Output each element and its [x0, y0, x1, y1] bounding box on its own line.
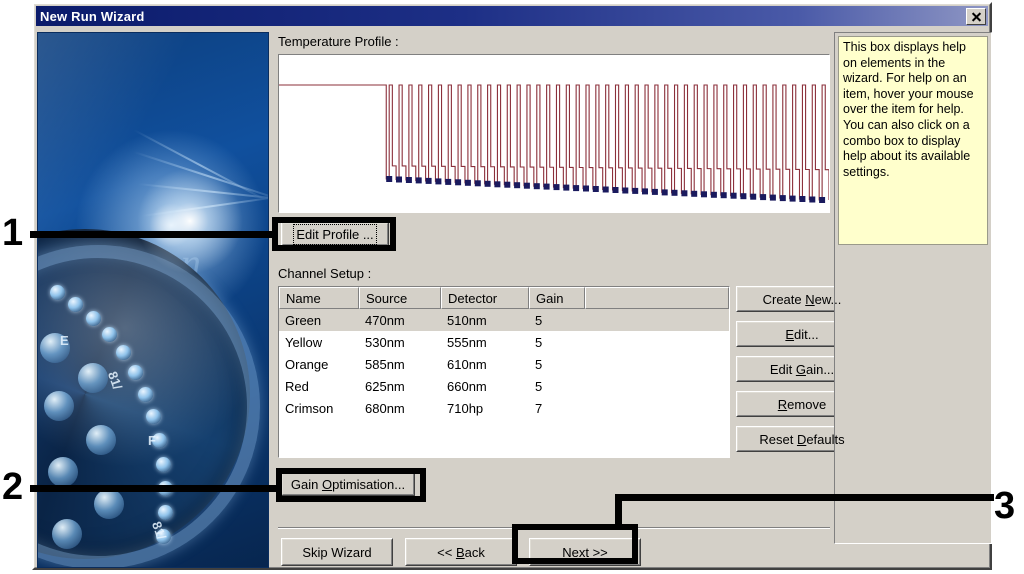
annotation-leader-1: [30, 231, 276, 238]
cell-source: 680nm: [365, 400, 405, 416]
annotation-number-3: 3: [994, 485, 1016, 527]
table-row[interactable]: Red 625nm 660nm 5: [279, 375, 729, 397]
annotation-leader-3-horizontal: [622, 494, 994, 501]
annotation-leader-3-vertical: [615, 494, 622, 528]
cell-detector: 710hp: [447, 400, 484, 416]
cell-source: 470nm: [365, 312, 405, 328]
cell-detector: 510nm: [447, 312, 487, 328]
cell-source: 585nm: [365, 356, 405, 372]
cell-detector: 555nm: [447, 334, 487, 350]
rotor-mark-f: F: [148, 433, 156, 448]
cell-gain: 7: [535, 400, 543, 416]
rotor-well: [52, 519, 82, 549]
annotation-leader-2: [30, 485, 280, 492]
table-row[interactable]: Orange 585nm 610nm 5: [279, 353, 729, 375]
rotor-hole: [156, 457, 171, 472]
reset-defaults-label: Reset Defaults: [759, 431, 845, 447]
cell-gain: 5: [535, 356, 543, 372]
title-bar: New Run Wizard: [36, 6, 988, 26]
rotor-well: [86, 425, 116, 455]
help-panel-text: This box displays help on elements in th…: [838, 36, 988, 245]
column-header-filler[interactable]: [585, 287, 729, 309]
column-header-source[interactable]: Source: [359, 287, 441, 309]
cell-gain: 5: [535, 378, 543, 394]
column-header-detector[interactable]: Detector: [441, 287, 529, 309]
channel-setup-label: Channel Setup :: [278, 266, 372, 281]
temperature-profile-svg: [279, 55, 829, 212]
rotor-hole: [102, 327, 117, 342]
table-row[interactable]: Yellow 530nm 555nm 5: [279, 331, 729, 353]
cell-gain: 5: [535, 312, 543, 328]
rotor-hole: [116, 345, 131, 360]
rotor-well: [48, 457, 78, 487]
cell-name: Red: [285, 378, 309, 394]
rotor-hole: [158, 505, 173, 520]
rotor-mark-e: E: [60, 333, 69, 348]
back-button[interactable]: << Back: [405, 538, 517, 566]
channel-table-header: Name Source Detector Gain: [279, 287, 729, 309]
table-row[interactable]: Crimson 680nm 710hp 7: [279, 397, 729, 419]
rotor-well: [44, 391, 74, 421]
cell-gain: 5: [535, 334, 543, 350]
rotor-hole: [146, 409, 161, 424]
channel-setup-list[interactable]: Name Source Detector Gain Green 470nm 51…: [278, 286, 730, 458]
rotor-hole: [138, 387, 153, 402]
cell-name: Green: [285, 312, 322, 328]
help-panel-frame: This box displays help on elements in th…: [834, 32, 992, 544]
edit-profile-label: Edit Profile ...: [293, 223, 377, 245]
create-new-label: Create New...: [762, 291, 842, 307]
temperature-profile-chart: [278, 54, 830, 213]
annotation-number-2: 2: [2, 466, 24, 508]
back-label: << Back: [437, 544, 485, 560]
cell-name: Crimson: [285, 400, 334, 416]
remove-label: Remove: [777, 396, 827, 412]
close-icon[interactable]: [966, 7, 986, 25]
next-label: Next >>: [562, 544, 608, 560]
window-title: New Run Wizard: [40, 8, 145, 24]
cell-source: 530nm: [365, 334, 405, 350]
skip-wizard-button[interactable]: Skip Wizard: [281, 538, 393, 566]
temperature-profile-label: Temperature Profile :: [278, 34, 399, 49]
rotor-well: [94, 489, 124, 519]
edit-label: Edit...: [785, 326, 819, 342]
cell-detector: 660nm: [447, 378, 487, 394]
column-header-name[interactable]: Name: [279, 287, 359, 309]
light-burst: [130, 161, 250, 281]
screenshot-root: New Run Wizard evolution rotar mp er: [0, 0, 1024, 574]
rotor-hole: [128, 365, 143, 380]
cell-name: Yellow: [285, 334, 323, 350]
cell-name: Orange: [285, 356, 329, 372]
rotor-hole: [68, 297, 83, 312]
column-header-gain[interactable]: Gain: [529, 287, 585, 309]
edit-gain-label: Edit Gain...: [769, 361, 835, 377]
cell-detector: 610nm: [447, 356, 487, 372]
annotation-number-1: 1: [2, 212, 24, 254]
rotor-hole: [50, 285, 65, 300]
table-row[interactable]: Green 470nm 510nm 5: [279, 309, 729, 331]
cell-source: 625nm: [365, 378, 405, 394]
skip-wizard-label: Skip Wizard: [302, 544, 372, 560]
gain-optimisation-label: Gain Optimisation...: [290, 476, 406, 492]
rotor-hole: [86, 311, 101, 326]
rotor-well: [78, 363, 108, 393]
